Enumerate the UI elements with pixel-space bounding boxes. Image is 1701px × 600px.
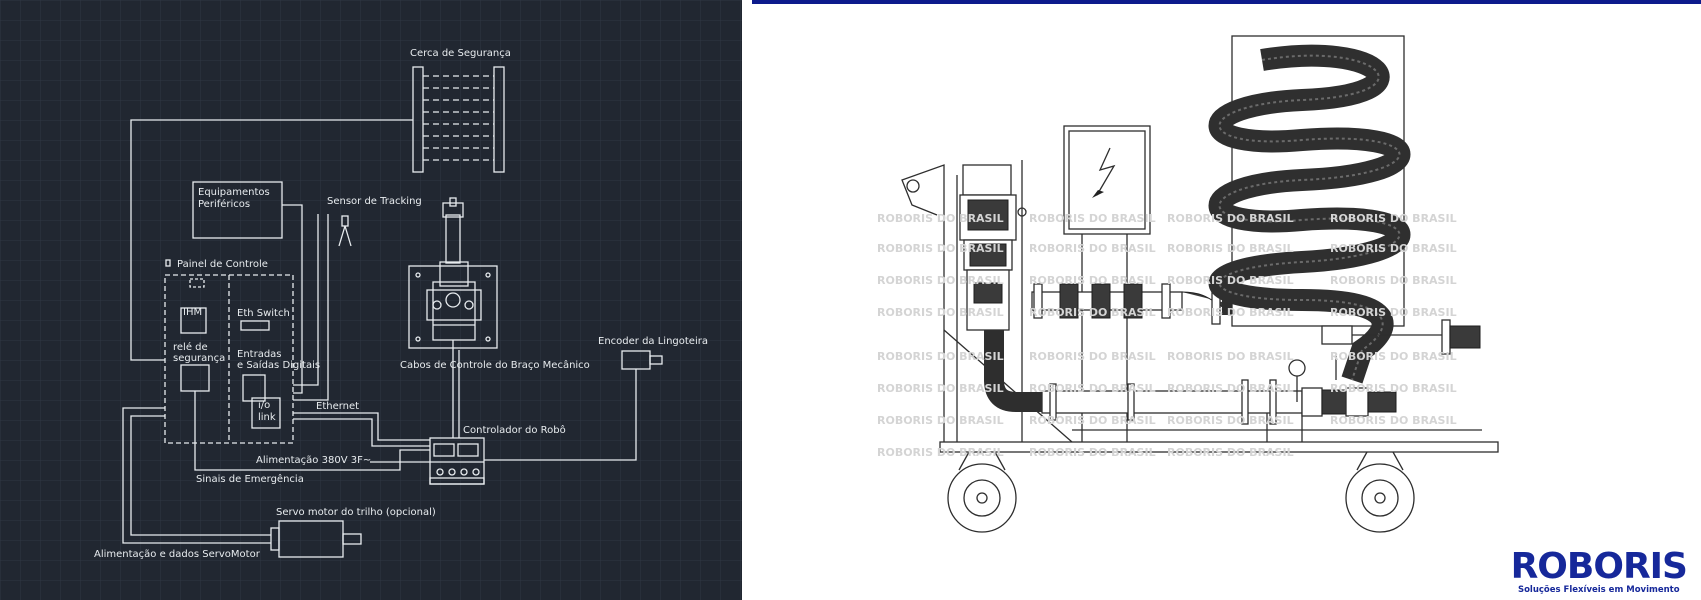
label-encoder: Encoder da Lingoteira — [598, 336, 708, 347]
watermark: ROBORIS DO BRASIL — [1330, 212, 1457, 225]
label-power: Alimentação 380V 3F~ — [256, 455, 371, 466]
label-digital-io-1: Entradas — [237, 349, 282, 360]
watermark: ROBORIS DO BRASIL — [1330, 350, 1457, 363]
watermark: ROBORIS DO BRASIL — [1167, 350, 1294, 363]
watermark: ROBORIS DO BRASIL — [1330, 306, 1457, 319]
watermark: ROBORIS DO BRASIL — [1330, 242, 1457, 255]
watermark: ROBORIS DO BRASIL — [1167, 306, 1294, 319]
watermark: ROBORIS DO BRASIL — [877, 306, 1004, 319]
label-safety-relay-1: relé de — [173, 341, 208, 353]
watermark: ROBORIS DO BRASIL — [1029, 212, 1156, 225]
label-tracking-sensor: Sensor de Tracking — [327, 196, 422, 207]
watermark: ROBORIS DO BRASIL — [1029, 446, 1156, 459]
label-peripherals-2: Periféricos — [198, 198, 250, 210]
watermark: ROBORIS DO BRASIL — [877, 350, 1004, 363]
watermark: ROBORIS DO BRASIL — [1167, 274, 1294, 287]
roboris-logo: ROBORIS Soluções Flexíveis em Movimento — [1510, 546, 1688, 596]
top-bar — [752, 0, 1701, 4]
label-servo-power: Alimentação e dados ServoMotor — [94, 549, 261, 560]
robot-cell-diagram: Cerca de Segurança Equipamentos Periféri… — [0, 0, 742, 600]
watermark: ROBORIS DO BRASIL — [877, 212, 1004, 225]
label-ihm: IHM — [183, 307, 202, 318]
watermark: ROBORIS DO BRASIL — [1330, 414, 1457, 427]
watermark: ROBORIS DO BRASIL — [1029, 350, 1156, 363]
wheel-left — [947, 451, 1017, 533]
label-control-panel: Painel de Controle — [177, 259, 268, 270]
watermark: ROBORIS DO BRASIL — [1029, 306, 1156, 319]
watermark: ROBORIS DO BRASIL — [1167, 382, 1294, 395]
label-servo-motor: Servo motor do trilho (opcional) — [276, 507, 436, 518]
logo-tagline: Soluções Flexíveis em Movimento — [1517, 585, 1680, 595]
machine-drawing-panel: ROBORIS DO BRASIL ROBORIS DO BRASIL ROBO… — [742, 0, 1701, 600]
watermark: ROBORIS DO BRASIL — [1029, 414, 1156, 427]
watermark: ROBORIS DO BRASIL — [877, 446, 1004, 459]
label-digital-io-2: e Saídas Digitais — [237, 359, 320, 371]
watermark: ROBORIS DO BRASIL — [1167, 242, 1294, 255]
skid-drawing: ROBORIS DO BRASIL ROBORIS DO BRASIL ROBO… — [752, 0, 1701, 533]
wheel-right — [1345, 451, 1415, 533]
watermark: ROBORIS DO BRASIL — [877, 274, 1004, 287]
label-io-link-2: link — [258, 412, 276, 423]
watermark: ROBORIS DO BRASIL — [1167, 212, 1294, 225]
label-ethernet: Ethernet — [316, 401, 359, 412]
watermark: ROBORIS DO BRASIL — [877, 242, 1004, 255]
watermark: ROBORIS DO BRASIL — [877, 414, 1004, 427]
watermark: ROBORIS DO BRASIL — [877, 382, 1004, 395]
watermark: ROBORIS DO BRASIL — [1167, 446, 1294, 459]
watermark: ROBORIS DO BRASIL — [1029, 274, 1156, 287]
label-emergency: Sinais de Emergência — [196, 473, 304, 485]
cad-diagram-panel: Cerca de Segurança Equipamentos Periféri… — [0, 0, 742, 600]
watermark: ROBORIS DO BRASIL — [1330, 382, 1457, 395]
watermark: ROBORIS DO BRASIL — [1167, 414, 1294, 427]
label-safety-relay-2: segurança — [173, 353, 225, 364]
label-fence: Cerca de Segurança — [410, 48, 511, 59]
label-eth-switch: Eth Switch — [237, 308, 290, 319]
watermark: ROBORIS DO BRASIL — [1029, 382, 1156, 395]
watermark: ROBORIS DO BRASIL — [1330, 274, 1457, 287]
watermark: ROBORIS DO BRASIL — [1029, 242, 1156, 255]
label-io-link-1: i/o — [258, 400, 270, 411]
hopper-coil — [1208, 35, 1481, 384]
label-arm-cables: Cabos de Controle do Braço Mecânico — [400, 359, 590, 371]
label-robot-controller: Controlador do Robô — [463, 424, 566, 436]
logo-name: ROBORIS — [1510, 546, 1688, 587]
label-peripherals-1: Equipamentos — [198, 187, 270, 198]
